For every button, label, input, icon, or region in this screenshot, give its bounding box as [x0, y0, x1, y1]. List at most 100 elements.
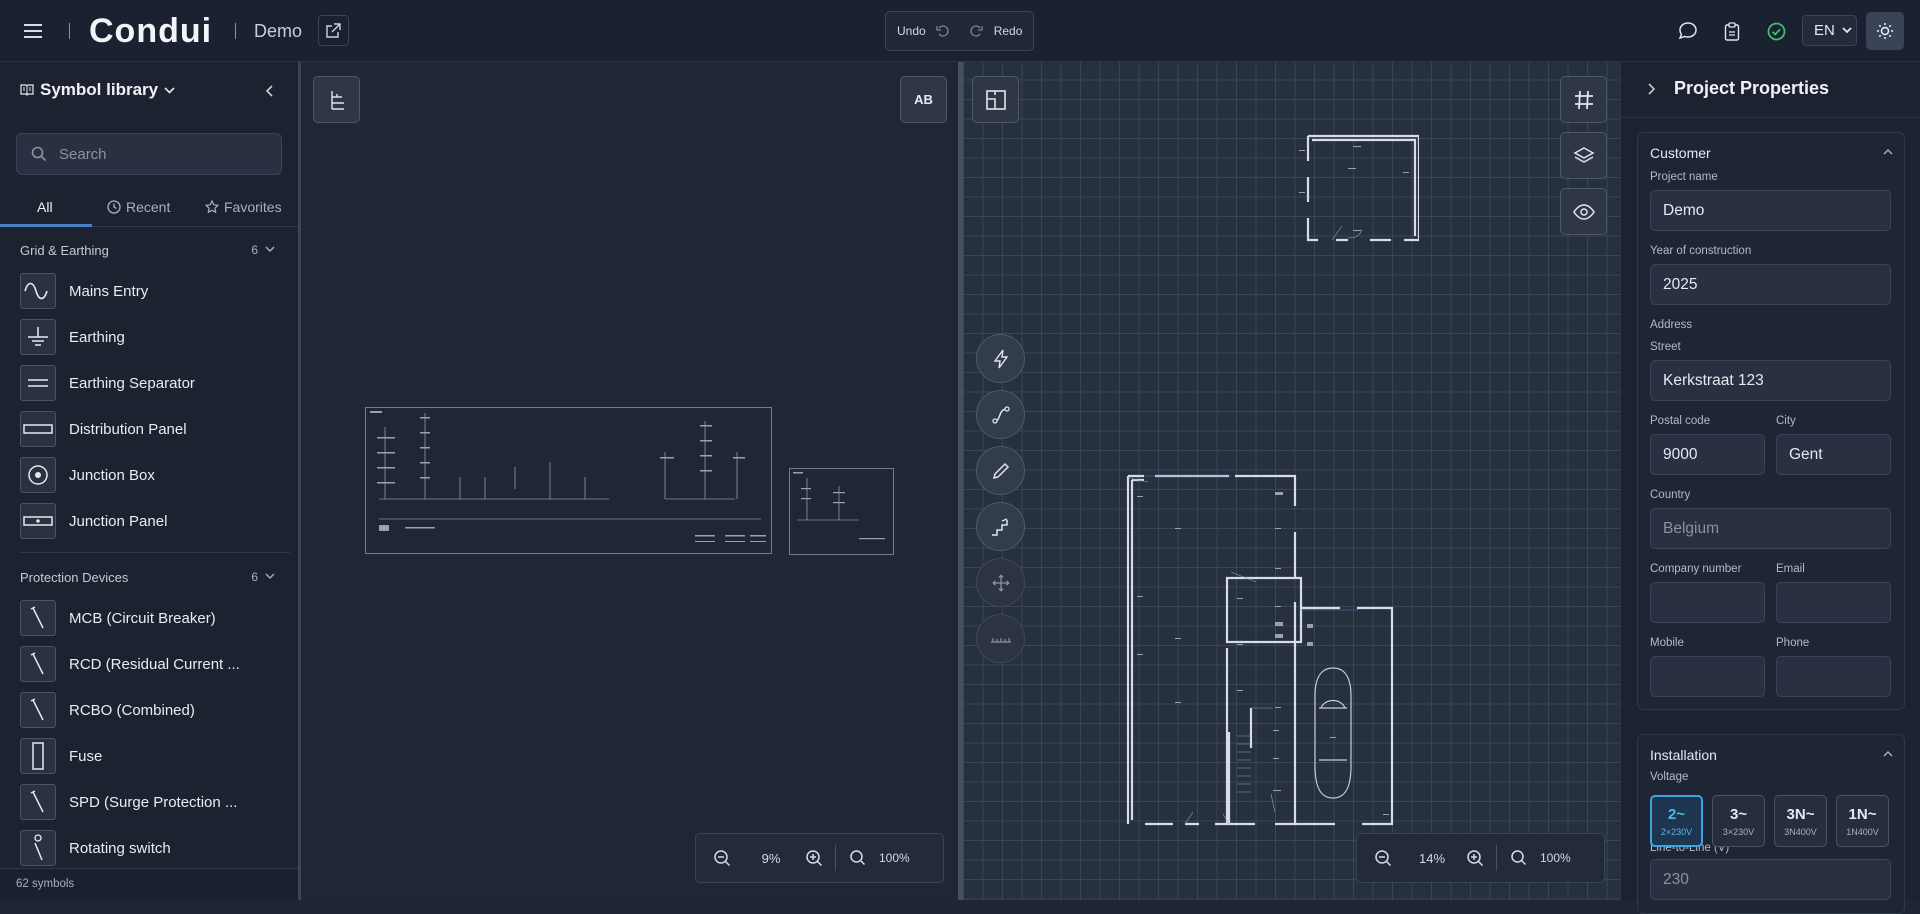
voltage-sub: 3×230V	[1722, 826, 1755, 837]
schematic-sheet-main[interactable]	[365, 407, 785, 562]
chat-icon[interactable]	[1677, 20, 1699, 42]
voltage-sub: 1N400V	[1846, 826, 1879, 837]
redo-button[interactable]: Redo	[994, 24, 1023, 38]
wire-tool-button[interactable]	[976, 390, 1025, 439]
symbol-label: Junction Panel	[69, 512, 168, 530]
symbol-mains-entry[interactable]: Mains Entry	[20, 272, 148, 310]
symbol-count: 62 symbols	[0, 868, 298, 900]
zoom-reset-button[interactable]: 100%	[1540, 851, 1571, 865]
visibility-button[interactable]	[1560, 188, 1607, 235]
symbol-earthing[interactable]: Earthing	[20, 318, 125, 356]
menu-icon[interactable]	[22, 20, 44, 42]
schematic-sheet-secondary[interactable]	[789, 468, 897, 558]
symbol-label: Earthing	[69, 328, 125, 346]
voltage-option-2[interactable]: 2~ 2×230V	[1650, 795, 1703, 847]
phone-input[interactable]	[1776, 656, 1891, 697]
expand-panel-icon[interactable]	[1646, 82, 1658, 96]
category-count: 6	[251, 570, 258, 584]
zoom-fit-icon[interactable]	[849, 849, 867, 867]
line-to-line-input[interactable]: 230	[1650, 859, 1891, 900]
layout-tool-button[interactable]	[972, 76, 1019, 123]
chevron-up-icon[interactable]	[1883, 148, 1893, 155]
section-title[interactable]: Customer	[1650, 145, 1711, 161]
schematic-tool-button[interactable]	[313, 76, 360, 123]
tab-favorites[interactable]: Favorites	[205, 186, 282, 227]
symbol-rotating-switch[interactable]: Rotating switch	[20, 829, 171, 867]
undo-button[interactable]: Undo	[897, 24, 926, 38]
symbol-rcbo[interactable]: RCBO (Combined)	[20, 691, 195, 729]
floorplan-upper-floor[interactable]	[1293, 122, 1419, 247]
power-tool-button[interactable]	[976, 334, 1025, 383]
search-field[interactable]	[16, 133, 282, 175]
email-input[interactable]	[1776, 582, 1891, 623]
move-icon	[992, 574, 1009, 591]
collapse-sidebar-icon[interactable]	[263, 84, 277, 98]
project-name-input[interactable]: Demo	[1650, 190, 1891, 231]
zoom-out-icon[interactable]	[713, 849, 731, 867]
rotating-switch-icon	[20, 830, 56, 866]
chevron-down-icon[interactable]	[265, 573, 275, 580]
tab-recent[interactable]: Recent	[107, 186, 170, 227]
chevron-down-icon	[1842, 27, 1852, 34]
tab-all-label: All	[37, 198, 53, 215]
symbol-distribution-panel[interactable]: Distribution Panel	[20, 410, 187, 448]
move-tool-button[interactable]	[976, 558, 1025, 607]
schematic-canvas[interactable]: AB 9% 100%	[301, 62, 958, 900]
sun-icon	[1877, 23, 1893, 39]
country-input[interactable]: Belgium	[1650, 508, 1891, 549]
mobile-input[interactable]	[1650, 656, 1765, 697]
zoom-fit-icon[interactable]	[1510, 849, 1528, 867]
symbol-earthing-separator[interactable]: Earthing Separator	[20, 364, 195, 402]
company-number-input[interactable]	[1650, 582, 1765, 623]
field-label: Email	[1776, 563, 1805, 575]
symbol-junction-panel[interactable]: Junction Panel	[20, 502, 167, 540]
redo-icon[interactable]	[969, 24, 983, 38]
voltage-option-3[interactable]: 3~ 3×230V	[1712, 795, 1765, 847]
voltage-option-3n[interactable]: 3N~ 3N400V	[1774, 795, 1827, 847]
section-title[interactable]: Installation	[1650, 747, 1717, 763]
floorplan-ground-floor[interactable]	[1125, 472, 1397, 830]
tab-recent-label: Recent	[126, 198, 171, 215]
floorplan-canvas[interactable]: 14% 100%	[963, 62, 1620, 900]
draw-tool-button[interactable]	[976, 446, 1025, 495]
open-external-icon[interactable]	[318, 15, 349, 46]
search-input[interactable]	[59, 145, 259, 163]
symbol-junction-box[interactable]: Junction Box	[20, 456, 155, 494]
voltage-option-1n[interactable]: 1N~ 1N400V	[1836, 795, 1889, 847]
symbol-label: Rotating switch	[69, 839, 171, 857]
check-circle-icon[interactable]	[1765, 20, 1787, 42]
grid-toggle-button[interactable]	[1560, 76, 1607, 123]
app-logo[interactable]: Condui	[89, 12, 212, 51]
symbol-library-header[interactable]: Symbol library	[20, 80, 175, 100]
measure-tool-button[interactable]	[976, 614, 1025, 663]
chevron-down-icon[interactable]	[265, 246, 275, 253]
undo-icon[interactable]	[936, 24, 950, 38]
zoom-reset-button[interactable]: 100%	[879, 851, 910, 865]
zoom-in-icon[interactable]	[805, 849, 823, 867]
hash-icon	[1574, 90, 1593, 109]
symbol-fuse[interactable]: Fuse	[20, 737, 102, 775]
layers-button[interactable]	[1560, 132, 1607, 179]
symbol-spd[interactable]: SPD (Surge Protection ...	[20, 783, 237, 821]
zoom-out-icon[interactable]	[1374, 849, 1392, 867]
chevron-up-icon[interactable]	[1883, 750, 1893, 757]
postal-code-input[interactable]: 9000	[1650, 434, 1765, 475]
symbol-rcd[interactable]: RCD (Residual Current ...	[20, 645, 240, 683]
street-input[interactable]: Kerkstraat 123	[1650, 360, 1891, 401]
theme-toggle-button[interactable]	[1866, 12, 1904, 50]
city-input[interactable]: Gent	[1776, 434, 1891, 475]
symbol-label: Distribution Panel	[69, 420, 187, 438]
zoom-in-icon[interactable]	[1466, 849, 1484, 867]
pencil-icon	[992, 462, 1009, 479]
symbol-library-title: Symbol library	[40, 80, 159, 99]
clipboard-icon[interactable]	[1721, 20, 1743, 42]
language-select[interactable]: EN	[1802, 15, 1857, 46]
symbol-mcb[interactable]: MCB (Circuit Breaker)	[20, 599, 216, 637]
stairs-tool-button[interactable]	[976, 502, 1025, 551]
tab-all[interactable]: All	[37, 186, 53, 227]
year-input[interactable]: 2025	[1650, 264, 1891, 305]
divider	[235, 23, 236, 39]
text-style-button[interactable]: AB	[900, 76, 947, 123]
category-protection-devices[interactable]: Protection Devices 6	[20, 570, 280, 585]
category-grid-earthing[interactable]: Grid & Earthing 6	[20, 243, 280, 258]
